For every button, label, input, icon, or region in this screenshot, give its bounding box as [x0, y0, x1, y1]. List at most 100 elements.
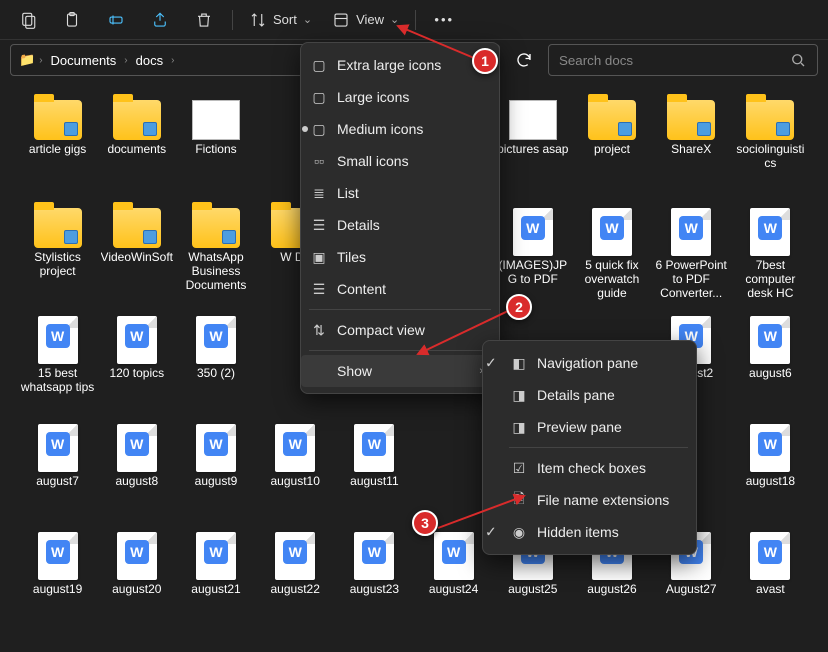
grid-item[interactable]: august18	[731, 420, 810, 528]
menu-item-extra-large-icons[interactable]: ▢Extra large icons	[301, 49, 499, 81]
image-folder-icon: 🖼	[509, 100, 557, 140]
grid-item[interactable]: august22	[256, 528, 335, 636]
details-icon: ☰	[311, 217, 327, 233]
document-icon	[354, 424, 394, 472]
menu-item-show[interactable]: Show›	[301, 355, 499, 387]
tiles-icon: ▣	[311, 249, 327, 265]
image-folder-icon: 🖼	[192, 100, 240, 140]
file-icon: 🗎	[511, 492, 527, 508]
view-icon	[332, 11, 350, 29]
grid-item[interactable]: august8	[97, 420, 176, 528]
new-button[interactable]	[8, 4, 48, 36]
item-label: august18	[746, 474, 795, 488]
document-icon	[275, 424, 315, 472]
grid-item[interactable]: VideoWinSoft	[97, 204, 176, 312]
share-button[interactable]	[140, 4, 180, 36]
menu-item-medium-icons[interactable]: ▢Medium icons	[301, 113, 499, 145]
item-label: august19	[33, 582, 82, 596]
search-icon	[789, 51, 807, 69]
document-icon	[38, 532, 78, 580]
paste-button[interactable]	[52, 4, 92, 36]
grid-item[interactable]: 6 PowerPoint to PDF Converter...	[652, 204, 731, 312]
menu-item-preview-pane[interactable]: ◨Preview pane	[501, 411, 696, 443]
refresh-button[interactable]	[508, 44, 540, 76]
search-field[interactable]	[559, 53, 781, 68]
breadcrumb-item-docs[interactable]: docs	[132, 53, 167, 68]
menu-item-large-icons[interactable]: ▢Large icons	[301, 81, 499, 113]
folder-glyph-icon: 📁	[19, 52, 35, 68]
grid-item[interactable]: ShareX	[652, 96, 731, 204]
checkbox-icon: ☑	[511, 460, 527, 476]
grid-item[interactable]: 350 (2)	[176, 312, 255, 420]
menu-item-tiles[interactable]: ▣Tiles	[301, 241, 499, 273]
view-label: View	[356, 12, 384, 27]
more-button[interactable]: •••	[424, 4, 464, 36]
menu-item-details-pane[interactable]: ◨Details pane	[501, 379, 696, 411]
grid-item[interactable]: august6	[731, 312, 810, 420]
item-label: august10	[271, 474, 320, 488]
grid-item[interactable]: august11	[335, 420, 414, 528]
grid-item[interactable]: project	[572, 96, 651, 204]
document-icon	[117, 424, 157, 472]
grid-item[interactable]: august19	[18, 528, 97, 636]
grid-item[interactable]: 🖼pictures asap	[493, 96, 572, 204]
view-button[interactable]: View	[324, 4, 407, 36]
menu-item-details[interactable]: ☰Details	[301, 209, 499, 241]
grid-item[interactable]: august9	[176, 420, 255, 528]
grid-item[interactable]: (IMAGES)JPG to PDF	[493, 204, 572, 312]
delete-button[interactable]	[184, 4, 224, 36]
check-icon: ✓	[485, 355, 499, 372]
grid-item[interactable]: 🖼Fictions	[176, 96, 255, 204]
menu-separator	[309, 350, 491, 351]
document-icon	[196, 424, 236, 472]
document-icon	[38, 316, 78, 364]
menu-item-compact-view[interactable]: ⇅Compact view	[301, 314, 499, 346]
rename-button[interactable]	[96, 4, 136, 36]
item-label: august6	[749, 366, 792, 380]
grid-item[interactable]: Stylistics project	[18, 204, 97, 312]
toolbar-separator	[415, 10, 416, 30]
menu-item-hidden-items[interactable]: ✓◉Hidden items	[501, 516, 696, 548]
grid-item[interactable]: august21	[176, 528, 255, 636]
item-label: August27	[666, 582, 717, 596]
grid-item[interactable]: august20	[97, 528, 176, 636]
document-icon	[117, 316, 157, 364]
compact-icon: ⇅	[311, 322, 327, 338]
grid-item[interactable]: august10	[256, 420, 335, 528]
eye-icon: ◉	[511, 524, 527, 540]
item-label: 120 topics	[109, 366, 164, 380]
breadcrumb-item-documents[interactable]: Documents	[47, 53, 121, 68]
grid-item[interactable]: 15 best whatsapp tips	[18, 312, 97, 420]
grid-item[interactable]: avast	[731, 528, 810, 636]
square-icon: ▢	[311, 121, 327, 137]
document-icon	[275, 532, 315, 580]
grid-item[interactable]: 120 topics	[97, 312, 176, 420]
sort-label: Sort	[273, 12, 297, 27]
grid-item[interactable]: august7	[18, 420, 97, 528]
annotation-3: 3	[412, 510, 438, 536]
item-label: (IMAGES)JPG to PDF	[496, 258, 570, 286]
folder-icon	[34, 100, 82, 140]
menu-item-navigation-pane[interactable]: ✓◧Navigation pane	[501, 347, 696, 379]
menu-item-list[interactable]: ≣List	[301, 177, 499, 209]
menu-item-content[interactable]: ☰Content	[301, 273, 499, 305]
grid-item[interactable]: article gigs	[18, 96, 97, 204]
grid-item[interactable]: WhatsApp Business Documents	[176, 204, 255, 312]
document-icon	[117, 532, 157, 580]
item-label: august9	[195, 474, 238, 488]
document-icon	[750, 424, 790, 472]
sort-button[interactable]: Sort	[241, 4, 320, 36]
grid-item[interactable]: august23	[335, 528, 414, 636]
chevron-right-icon: ›	[39, 55, 42, 66]
item-label: documents	[107, 142, 166, 156]
check-icon: ✓	[485, 524, 499, 541]
search-input[interactable]	[548, 44, 818, 76]
grid-item[interactable]: sociolinguistics	[731, 96, 810, 204]
menu-item-file-extensions[interactable]: 🗎File name extensions	[501, 484, 696, 516]
grid-item[interactable]: documents	[97, 96, 176, 204]
menu-item-checkboxes[interactable]: ☑Item check boxes	[501, 452, 696, 484]
grid-item[interactable]: 7best computer desk HC	[731, 204, 810, 312]
panel-right-icon: ◨	[511, 387, 527, 403]
menu-item-small-icons[interactable]: ▫▫Small icons	[301, 145, 499, 177]
grid-item[interactable]: 5 quick fix overwatch guide	[572, 204, 651, 312]
